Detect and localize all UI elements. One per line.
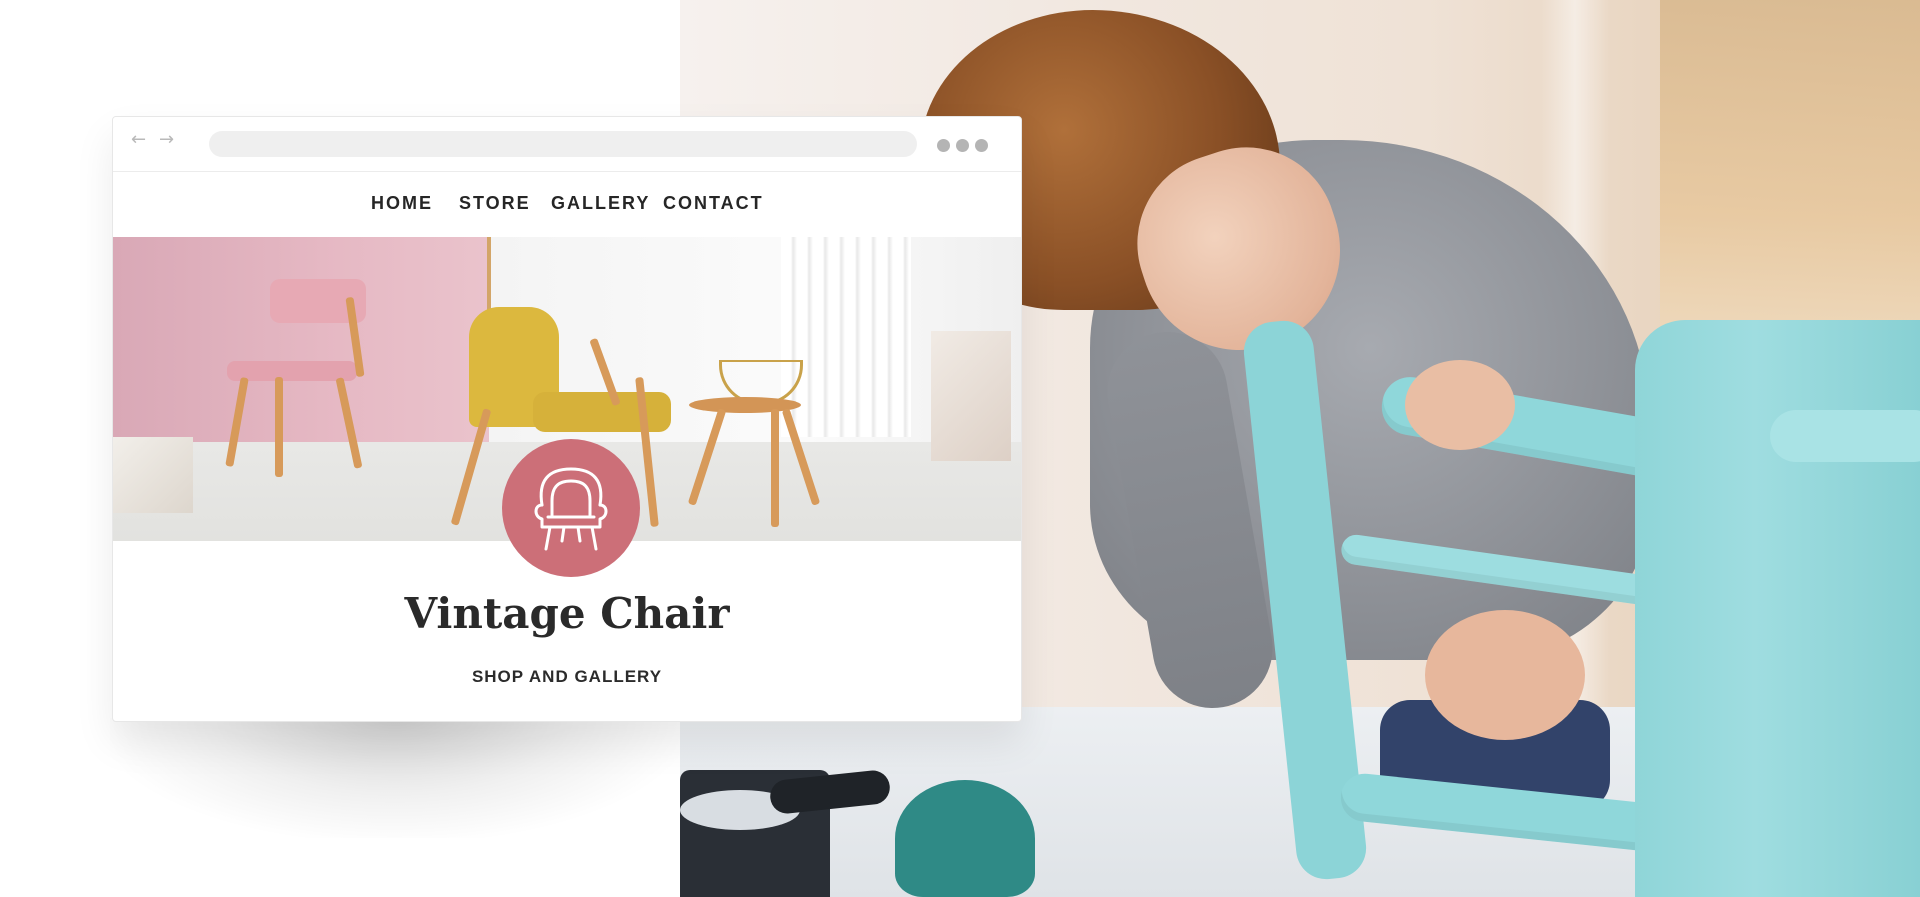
armchair-icon <box>534 467 608 551</box>
arrow-right-icon[interactable]: → <box>159 131 174 149</box>
site-subtitle: SHOP AND GALLERY <box>471 667 663 686</box>
wood-panel <box>1660 0 1920 360</box>
browser-toolbar: ← → <box>113 117 1021 172</box>
white-curtain <box>781 237 911 437</box>
pink-wall <box>113 237 489 457</box>
woman-hand-sanding <box>1425 610 1585 740</box>
dot <box>956 139 969 152</box>
site-navigation: HOME STORE GALLERY CONTACT <box>113 171 1021 236</box>
dot <box>937 139 950 152</box>
more-dots-icon[interactable] <box>937 139 994 157</box>
marble-block <box>113 437 193 513</box>
logo-badge[interactable] <box>502 439 640 577</box>
pink-chair-leg <box>275 377 283 477</box>
side-table-leg <box>771 409 779 527</box>
turquoise-chair-seat <box>1635 320 1920 897</box>
nav-gallery-link[interactable]: GALLERY <box>551 193 650 214</box>
lamp-pole <box>487 237 491 317</box>
yellow-chair-seat <box>533 392 671 432</box>
browser-drop-shadow <box>110 718 680 838</box>
marble-pedestal <box>931 331 1011 461</box>
address-bar[interactable] <box>209 131 917 157</box>
dot <box>975 139 988 152</box>
browser-window: ← → HOME STORE GALLERY CONTACT Vintage C… <box>112 116 1022 722</box>
nav-store-link[interactable]: STORE <box>459 193 531 214</box>
nav-contact-link[interactable]: CONTACT <box>663 193 764 214</box>
site-title: Vintage Chair <box>404 589 730 638</box>
turquoise-chair-knob <box>1770 410 1920 462</box>
nav-home-link[interactable]: HOME <box>371 193 433 214</box>
green-power-tool <box>895 780 1035 897</box>
woman-hand-top <box>1405 360 1515 450</box>
arrow-left-icon[interactable]: ← <box>131 131 146 149</box>
